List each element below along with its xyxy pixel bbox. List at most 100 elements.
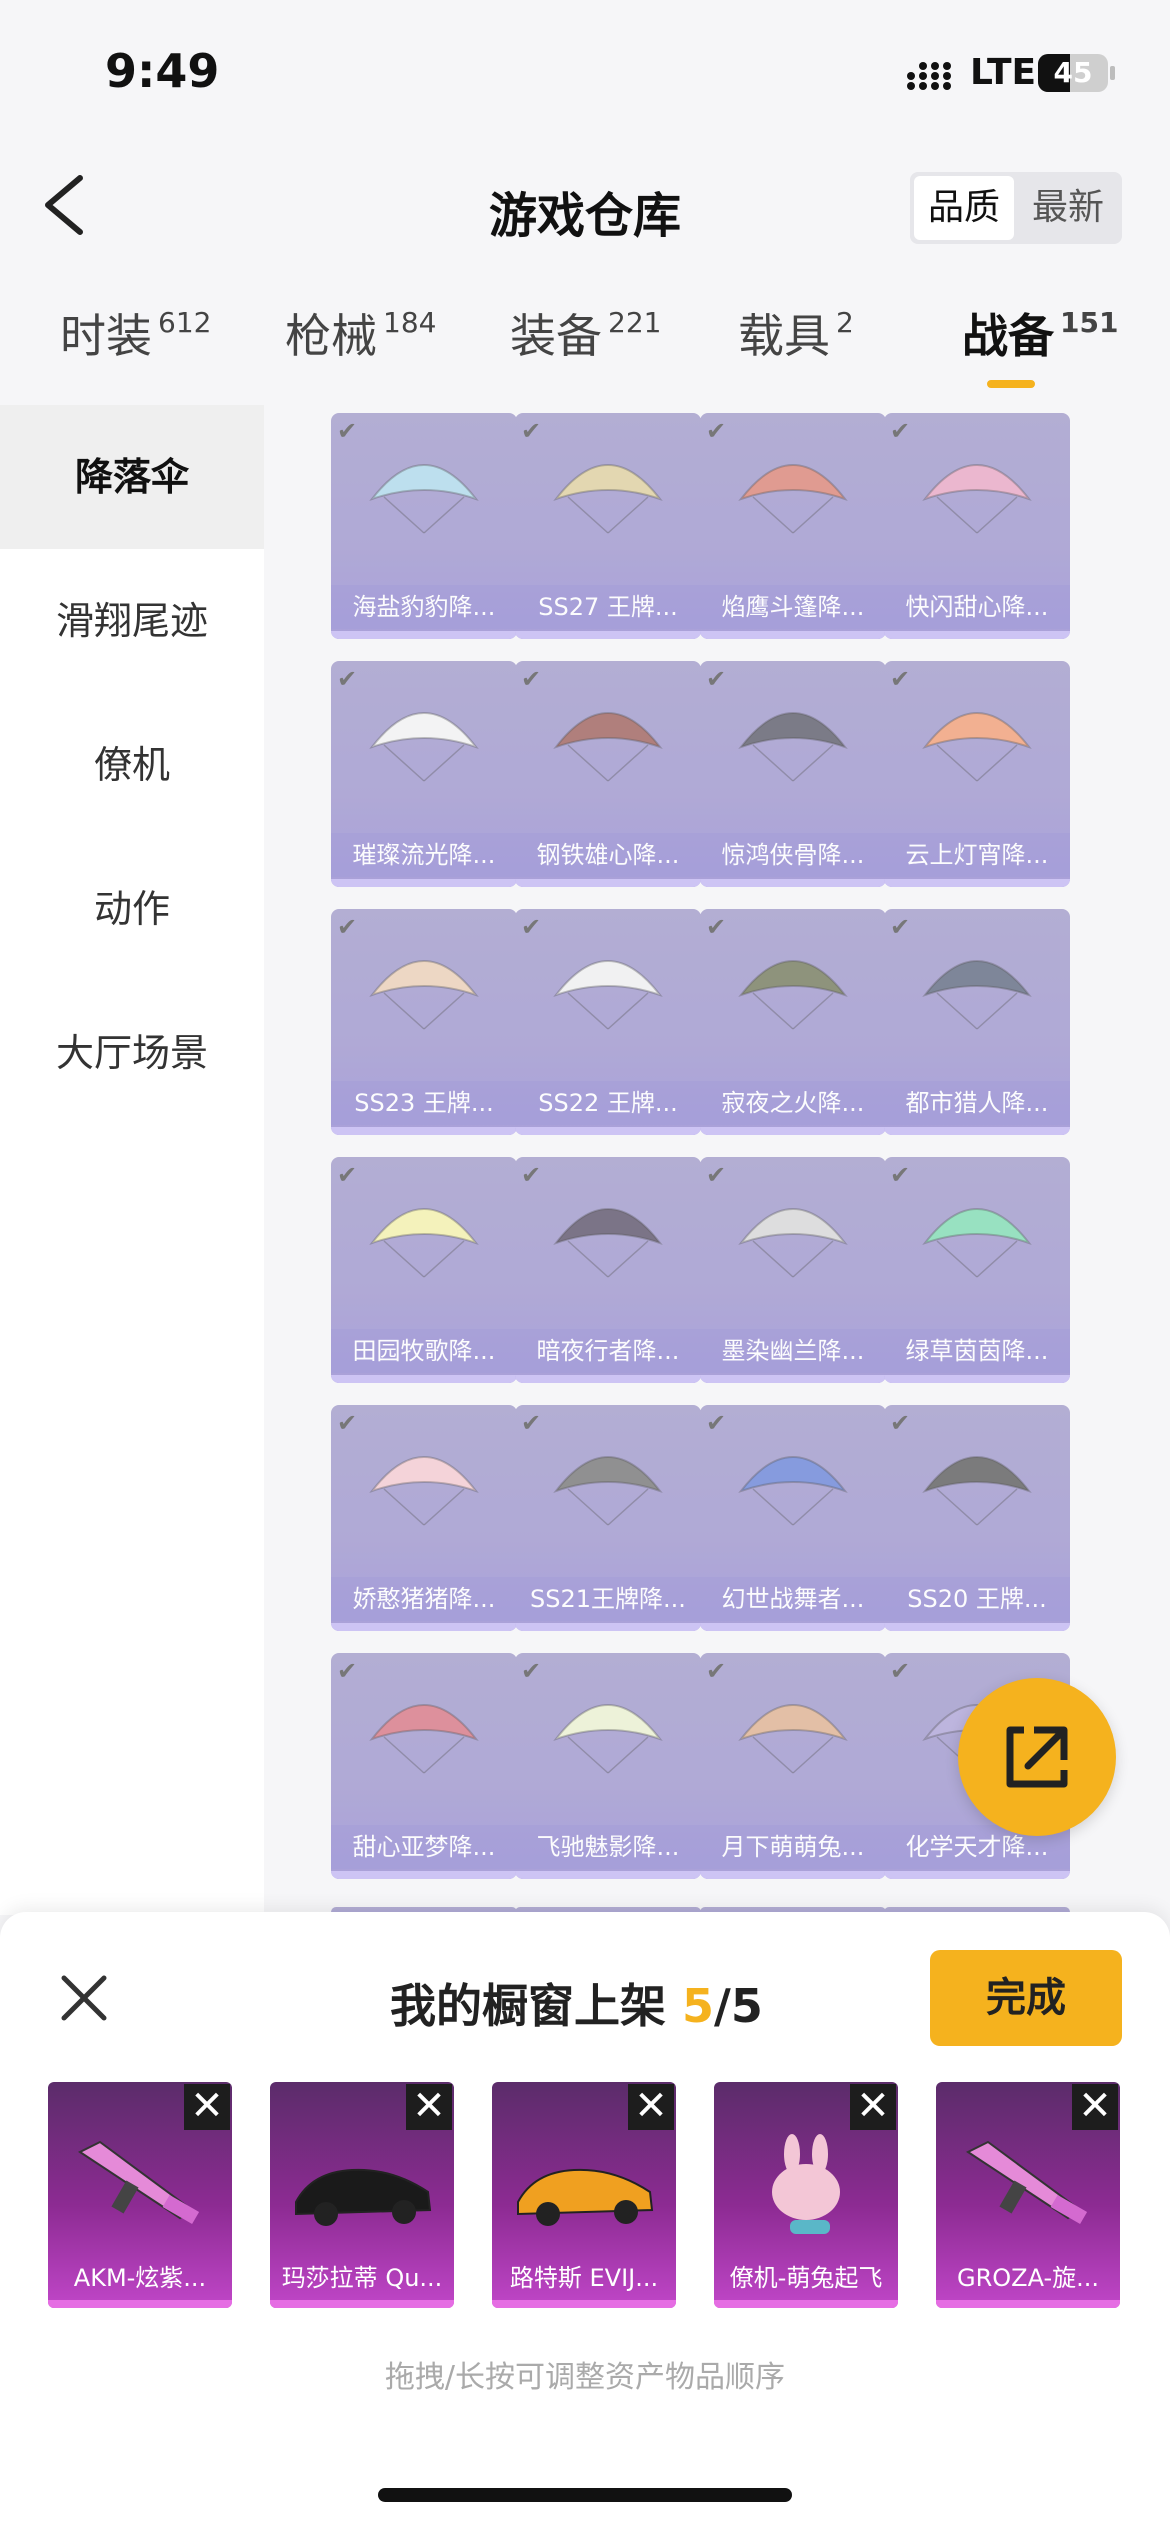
grid-card-label: 暗夜行者降... bbox=[515, 1329, 701, 1373]
category-sidebar: 降落伞 滑翔尾迹 僚机 动作 大厅场景 bbox=[0, 405, 264, 1915]
parachute-icon bbox=[369, 1208, 479, 1278]
remove-slot-button[interactable]: ✕ bbox=[1072, 2084, 1118, 2130]
grid-card[interactable]: ✔ 海盐豹豹降... bbox=[331, 413, 517, 639]
remove-slot-button[interactable]: ✕ bbox=[628, 2084, 674, 2130]
grid-card[interactable]: ✔ 惊鸿侠骨降... bbox=[700, 661, 886, 887]
sidebar-item-wingman[interactable]: 僚机 bbox=[0, 693, 264, 837]
showcase-slot[interactable]: ✕ AKM-炫紫... bbox=[48, 2082, 232, 2308]
tab-indicator bbox=[987, 380, 1035, 388]
close-icon[interactable] bbox=[56, 1970, 112, 2026]
battery-tip bbox=[1110, 66, 1115, 80]
tab-vehicles[interactable]: 载具 2 bbox=[738, 300, 854, 366]
grid-card[interactable]: ✔ 月下萌萌兔... bbox=[700, 1653, 886, 1879]
check-icon: ✔ bbox=[521, 1161, 542, 1189]
remove-slot-button[interactable]: ✕ bbox=[184, 2084, 230, 2130]
showcase-slot-label: 路特斯 EVIJ... bbox=[509, 2264, 659, 2292]
grid-card-label: 海盐豹豹降... bbox=[331, 585, 517, 629]
showcase-slot-label: 僚机-萌兔起飞 bbox=[729, 2264, 883, 2292]
rarity-bar bbox=[515, 1871, 701, 1879]
rarity-bar bbox=[884, 1871, 1070, 1879]
grid-card-label: 幻世战舞者... bbox=[700, 1577, 886, 1621]
sidebar-item-emotes[interactable]: 动作 bbox=[0, 837, 264, 981]
tab-weapons[interactable]: 枪械 184 bbox=[285, 300, 436, 366]
external-link-icon bbox=[1006, 1726, 1068, 1788]
parachute-icon bbox=[369, 960, 479, 1030]
showcase-slot[interactable]: ✕ 玛莎拉蒂 Qu... bbox=[270, 2082, 454, 2308]
sidebar-item-glide-trail[interactable]: 滑翔尾迹 bbox=[0, 549, 264, 693]
sidebar-item-lobby-scene[interactable]: 大厅场景 bbox=[0, 981, 264, 1125]
grid-card[interactable]: ✔ 焰鹰斗篷降... bbox=[700, 413, 886, 639]
done-button[interactable]: 完成 bbox=[930, 1950, 1122, 2046]
parachute-icon bbox=[553, 960, 663, 1030]
showcase-slot[interactable]: ✕ 路特斯 EVIJ... bbox=[492, 2082, 676, 2308]
sidebar-item-parachute[interactable]: 降落伞 bbox=[0, 405, 264, 549]
tab-equipment[interactable]: 装备 221 bbox=[510, 300, 661, 366]
grid-card-label: SS21王牌降... bbox=[515, 1577, 701, 1621]
check-icon: ✔ bbox=[521, 417, 542, 445]
grid-card[interactable]: ✔ 都市猎人降... bbox=[884, 909, 1070, 1135]
tab-count: 221 bbox=[608, 306, 662, 339]
rarity-bar bbox=[714, 2300, 898, 2308]
check-icon: ✔ bbox=[890, 417, 911, 445]
grid-card[interactable]: ✔ SS23 王牌... bbox=[331, 909, 517, 1135]
rifle-icon bbox=[78, 2140, 200, 2225]
battery-icon: 45 bbox=[1038, 54, 1108, 92]
remove-slot-button[interactable]: ✕ bbox=[406, 2084, 452, 2130]
sort-newest-button[interactable]: 最新 bbox=[1018, 176, 1118, 240]
rarity-bar bbox=[515, 631, 701, 639]
showcase-slot-label: 玛莎拉蒂 Qu... bbox=[281, 2264, 443, 2292]
grid-card[interactable]: ✔ 田园牧歌降... bbox=[331, 1157, 517, 1383]
grid-card-label: 甜心亚梦降... bbox=[331, 1825, 517, 1869]
grid-card-label: SS22 王牌... bbox=[515, 1081, 701, 1125]
grid-card[interactable]: ✔ 墨染幽兰降... bbox=[700, 1157, 886, 1383]
rarity-bar bbox=[700, 1623, 886, 1631]
rarity-bar bbox=[331, 1871, 517, 1879]
grid-card-label: SS27 王牌... bbox=[515, 585, 701, 629]
rarity-bar bbox=[492, 2300, 676, 2308]
grid-card[interactable]: ✔ 绿草茵茵降... bbox=[884, 1157, 1070, 1383]
rarity-bar bbox=[331, 1375, 517, 1383]
grid-card[interactable]: ✔ 快闪甜心降... bbox=[884, 413, 1070, 639]
tab-label: 战备 bbox=[962, 309, 1054, 363]
grid-card-label: 飞驰魅影降... bbox=[515, 1825, 701, 1869]
grid-card-label: SS20 王牌... bbox=[884, 1577, 1070, 1621]
grid-card[interactable]: ✔ 娇憨猪猪降... bbox=[331, 1405, 517, 1631]
share-button[interactable] bbox=[958, 1678, 1116, 1836]
grid-card[interactable]: ✔ 暗夜行者降... bbox=[515, 1157, 701, 1383]
grid-card[interactable]: ✔ SS20 王牌... bbox=[884, 1405, 1070, 1631]
grid-card[interactable]: ✔ SS22 王牌... bbox=[515, 909, 701, 1135]
check-icon: ✔ bbox=[706, 913, 727, 941]
grid-card[interactable]: ✔ 云上灯宵降... bbox=[884, 661, 1070, 887]
grid-card-label: 寂夜之火降... bbox=[700, 1081, 886, 1125]
grid-card[interactable]: ✔ 幻世战舞者... bbox=[700, 1405, 886, 1631]
check-icon: ✔ bbox=[890, 1657, 911, 1685]
home-indicator[interactable] bbox=[378, 2488, 792, 2502]
check-icon: ✔ bbox=[890, 665, 911, 693]
grid-card[interactable]: ✔ 寂夜之火降... bbox=[700, 909, 886, 1135]
tab-costume[interactable]: 时装 612 bbox=[60, 300, 211, 366]
grid-card[interactable]: ✔ 钢铁雄心降... bbox=[515, 661, 701, 887]
check-icon: ✔ bbox=[521, 665, 542, 693]
status-bar: 9:49 LTE 45 bbox=[0, 0, 1170, 140]
grid-card[interactable]: ✔ 甜心亚梦降... bbox=[331, 1653, 517, 1879]
parachute-icon bbox=[738, 960, 848, 1030]
sort-quality-button[interactable]: 品质 bbox=[914, 176, 1014, 240]
check-icon: ✔ bbox=[337, 1161, 358, 1189]
grid-card-label: 墨染幽兰降... bbox=[700, 1329, 886, 1373]
showcase-slot[interactable]: ✕ 僚机-萌兔起飞 bbox=[714, 2082, 898, 2308]
remove-slot-button[interactable]: ✕ bbox=[850, 2084, 896, 2130]
parachute-icon bbox=[922, 1208, 1032, 1278]
grid-card-label: 月下萌萌兔... bbox=[700, 1825, 886, 1869]
parachute-icon bbox=[922, 712, 1032, 782]
grid-card[interactable]: ✔ SS27 王牌... bbox=[515, 413, 701, 639]
tab-count: 184 bbox=[383, 306, 437, 339]
network-type: LTE bbox=[970, 52, 1037, 93]
check-icon: ✔ bbox=[521, 913, 542, 941]
grid-card[interactable]: ✔ 飞驰魅影降... bbox=[515, 1653, 701, 1879]
rarity-bar bbox=[700, 1871, 886, 1879]
grid-card[interactable]: ✔ 璀璨流光降... bbox=[331, 661, 517, 887]
grid-card[interactable]: ✔ SS21王牌降... bbox=[515, 1405, 701, 1631]
tab-supplies[interactable]: 战备 151 bbox=[962, 300, 1118, 366]
showcase-slot[interactable]: ✕ GROZA-旋... bbox=[936, 2082, 1120, 2308]
grid-card-label: 璀璨流光降... bbox=[331, 833, 517, 877]
